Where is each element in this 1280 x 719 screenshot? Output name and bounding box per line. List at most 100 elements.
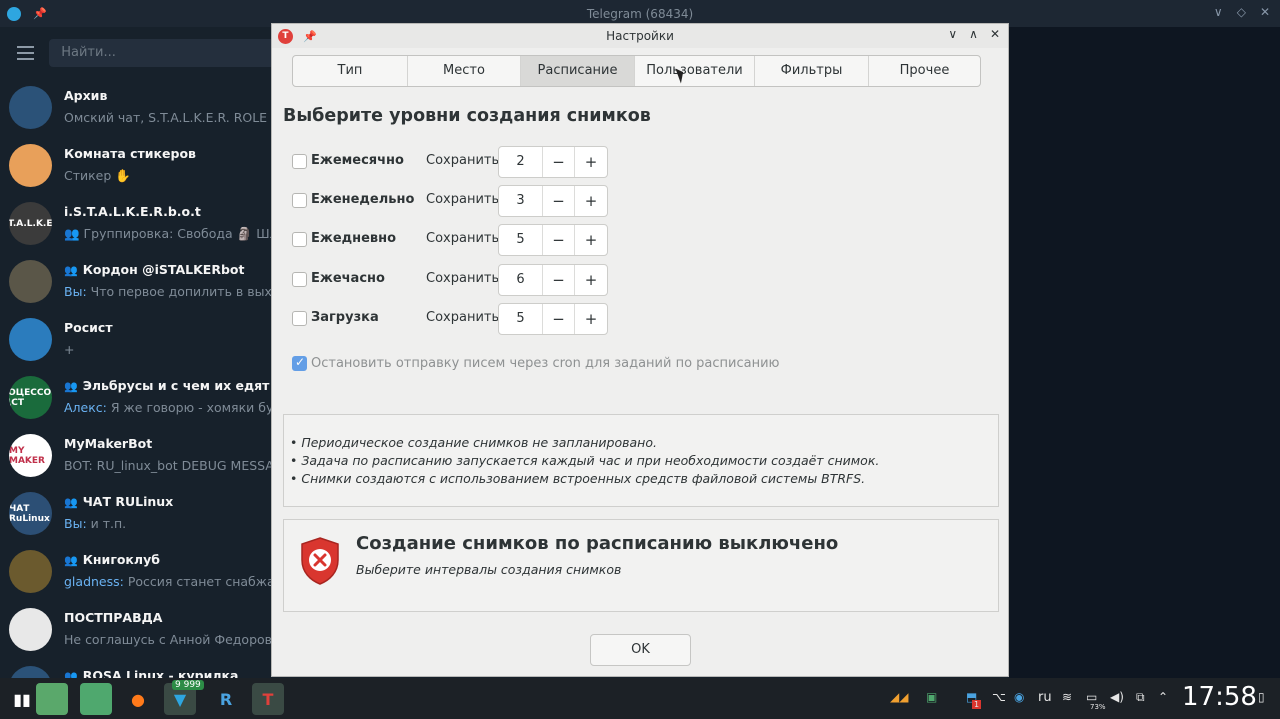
shield-error-icon <box>301 537 339 585</box>
schedule-info-box: • Периодическое создание снимков не запл… <box>283 414 999 507</box>
firefox-icon[interactable]: ● <box>122 683 154 715</box>
count-value[interactable]: 6 <box>499 265 543 295</box>
chat-preview: gladness: Россия станет снабжать И <box>64 574 280 589</box>
level-label: Ежемесячно <box>311 153 404 168</box>
desktop-icon[interactable] <box>36 683 68 715</box>
dialog-title: Настройки <box>606 29 674 43</box>
keyboard-layout[interactable]: ru <box>1038 690 1052 705</box>
expand-tray-icon[interactable]: ⌃ <box>1158 690 1168 704</box>
tray-files-icon[interactable]: ▣ <box>926 690 937 704</box>
preview-sender: Вы: <box>64 516 87 531</box>
chat-list-item[interactable]: ПОСТПРАВДА Не соглашусь с Анной Федоровой… <box>0 600 280 658</box>
decrement-button[interactable]: − <box>543 147 575 177</box>
archive-icon <box>9 86 52 129</box>
search-input[interactable]: Найти... <box>49 38 280 67</box>
close-icon[interactable]: ✕ <box>990 27 1000 41</box>
chat-list-item[interactable]: ПРОЦЕССОРЫ МЦСТ 👥 Эльбрусы и с чем их едят… <box>0 368 280 426</box>
chat-name-text: Архив <box>64 88 108 103</box>
group-icon: 👥 <box>64 380 78 393</box>
chat-list-item[interactable]: 👥 Книгоклуб gladness: Россия станет снабжа… <box>0 542 280 600</box>
preview-text: и т.п. <box>90 516 127 531</box>
cron-email-label: Остановить отправку писем через cron для… <box>311 356 780 371</box>
decrement-button[interactable]: − <box>543 304 575 334</box>
chat-list-item[interactable]: ЧАТ RuLinux 👥 ЧАТ RULinux Вы: и т.п. <box>0 484 280 542</box>
tab-schedule[interactable]: Расписание <box>521 56 635 86</box>
cat-avatar <box>9 144 52 187</box>
tab-filters[interactable]: Фильтры <box>755 56 869 86</box>
count-value[interactable]: 2 <box>499 147 543 177</box>
file-manager-icon[interactable] <box>80 683 112 715</box>
cron-email-checkbox[interactable] <box>292 355 307 371</box>
increment-button[interactable]: + <box>575 265 607 295</box>
tray-app-icon[interactable]: ◢◢ <box>890 690 908 704</box>
group-icon <box>9 260 52 303</box>
chat-list-item[interactable]: 👥 Кордон @iSTALKERbot Вы: Что первое допил… <box>0 252 280 310</box>
increment-button[interactable]: + <box>575 147 607 177</box>
save-label: Сохранить <box>426 231 500 246</box>
clipboard-icon[interactable]: ⧉ <box>1136 690 1145 705</box>
chat-name: ПОСТПРАВДА <box>64 610 162 625</box>
volume-icon[interactable]: ◀) <box>1110 690 1124 704</box>
rosa-app-icon[interactable]: R <box>210 683 242 715</box>
wifi-icon[interactable]: ≋ <box>1062 690 1072 704</box>
decrement-button[interactable]: − <box>543 186 575 216</box>
decrement-button[interactable]: − <box>543 265 575 295</box>
increment-button[interactable]: + <box>575 186 607 216</box>
info-line: • Задача по расписанию запускается кажды… <box>290 453 880 468</box>
increment-button[interactable]: + <box>575 304 607 334</box>
chat-list-item[interactable]: S.T.A.L.K.E.R i.S.T.A.L.K.E.R.b.o.t 👥 Груп… <box>0 194 280 252</box>
start-menu-icon[interactable]: ▮▮ <box>6 683 38 715</box>
preview-text: Не соглашусь с Анной Федоровой, <box>64 632 280 647</box>
preview-text: Я же говорю - хомяки будут <box>110 400 280 415</box>
chat-list-item[interactable]: Росист + <box>0 310 280 368</box>
chat-list-item[interactable]: MY MAKER MyMakerBot BOT: RU_linux_bot DEBU… <box>0 426 280 484</box>
chat-list-item[interactable]: Комната стикеров Стикер ✋ <box>0 136 280 194</box>
daily-checkbox[interactable] <box>292 232 307 247</box>
chat-preview: Вы: Что первое допилить в выходн <box>64 284 280 299</box>
close-icon[interactable]: ✕ <box>1260 5 1270 19</box>
settings-dialog: T 📌 Настройки ∨ ∧ ✕ Тип Место Расписание… <box>271 23 1009 677</box>
chat-name-text: MyMakerBot <box>64 436 153 451</box>
count-value[interactable]: 5 <box>499 225 543 255</box>
weekly-count-stepper: 3 − + <box>498 185 608 217</box>
tab-location[interactable]: Место <box>408 56 521 86</box>
tab-users[interactable]: Пользователи <box>635 56 755 86</box>
save-label: Сохранить <box>426 310 500 325</box>
ok-button[interactable]: OK <box>590 634 691 666</box>
chat-list-item[interactable]: 👥 ROSA Linux - курилка <box>0 658 280 678</box>
increment-button[interactable]: + <box>575 225 607 255</box>
network-app-icon[interactable]: ◉ <box>1014 690 1024 704</box>
battery-icon[interactable]: ▭ <box>1086 690 1097 704</box>
maximize-icon[interactable]: ∧ <box>969 27 978 41</box>
chat-name-text: Комната стикеров <box>64 146 196 161</box>
telegram-conversation-area <box>1009 27 1280 678</box>
preview-sender: Вы: <box>64 284 87 299</box>
chat-name-text: ЧАТ RULinux <box>82 494 174 509</box>
usb-icon[interactable]: ⌥ <box>992 690 1006 704</box>
minimize-icon[interactable]: ∨ <box>1214 5 1223 19</box>
float-icon[interactable]: ◇ <box>1237 5 1246 19</box>
count-value[interactable]: 3 <box>499 186 543 216</box>
show-desktop-icon[interactable]: ▯ <box>1258 690 1265 704</box>
level-label: Ежечасно <box>311 271 385 286</box>
weekly-checkbox[interactable] <box>292 193 307 208</box>
decrement-button[interactable]: − <box>543 225 575 255</box>
dialog-titlebar: T 📌 Настройки ∨ ∧ ✕ <box>272 24 1008 48</box>
minimize-icon[interactable]: ∨ <box>948 27 957 41</box>
group-icon: ПРОЦЕССОРЫ МЦСТ <box>9 376 52 419</box>
boot-checkbox[interactable] <box>292 311 307 326</box>
chat-name: 👥 Кордон @iSTALKERbot <box>64 262 244 277</box>
chat-list-item[interactable]: Архив Омский чат, S.T.A.L.K.E.R. ROLE PLA… <box>0 78 280 136</box>
tab-misc[interactable]: Прочее <box>869 56 980 86</box>
hourly-checkbox[interactable] <box>292 272 307 287</box>
count-value[interactable]: 5 <box>499 304 543 334</box>
tab-type[interactable]: Тип <box>293 56 408 86</box>
timeshift-taskbar-icon[interactable]: T <box>252 683 284 715</box>
menu-icon[interactable] <box>17 45 35 60</box>
chat-preview: 👥 Группировка: Свобода 🗿 Шле <box>64 226 280 242</box>
monthly-checkbox[interactable] <box>292 154 307 169</box>
chat-name-text: i.S.T.A.L.K.E.R.b.o.t <box>64 204 201 219</box>
level-row-boot: Загрузка Сохранить 5 − + <box>292 303 622 335</box>
save-label: Сохранить <box>426 153 500 168</box>
chat-name: 👥 Эльбрусы и с чем их едят <box>64 378 269 393</box>
